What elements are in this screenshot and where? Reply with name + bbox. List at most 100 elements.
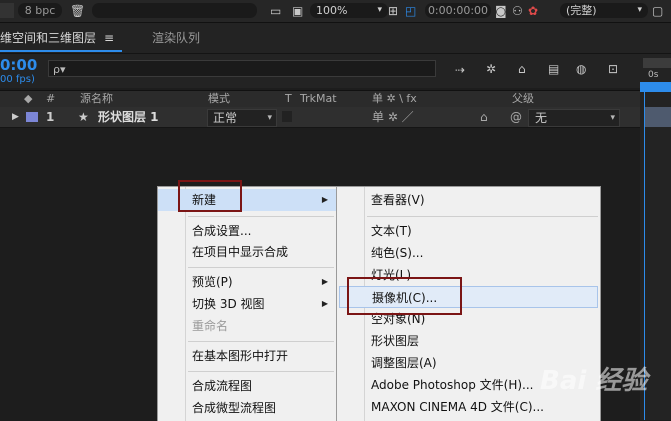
menu-item-open-in-essential-graphics[interactable]: 在基本图形中打开 — [158, 345, 336, 367]
chevron-down-icon: ▾ — [637, 5, 642, 15]
menu-item-reveal-in-project[interactable]: 在项目中显示合成 — [158, 241, 336, 263]
layer-duration-bar[interactable] — [645, 107, 671, 127]
parent-dropdown[interactable]: 无 ▾ — [528, 109, 620, 127]
context-menu: 新建 ▶ 合成设置... 在项目中显示合成 预览(P) ▶ 切换 3D 视图 ▶… — [157, 186, 337, 421]
region-icon[interactable]: ◰ — [405, 3, 416, 19]
highlight-box-camera — [347, 277, 462, 315]
mode-dropdown[interactable]: 正常 ▾ — [207, 109, 277, 127]
chevron-down-icon: ▾ — [267, 113, 272, 123]
label-tag-icon: ◆ — [24, 92, 33, 105]
menu-item-comp-mini-flowchart[interactable]: 合成微型流程图 — [158, 397, 336, 419]
chevron-right-icon: ▶ — [321, 195, 328, 204]
top-toolbar: 8 bpc 🗑 ▭ ▣ 100% ▾ ⊞ ◰ 0:00:00:00 ◙ ⚇ ✿ (… — [0, 0, 671, 23]
layer-name[interactable]: 形状图层 1 — [98, 107, 159, 127]
parent-value: 无 — [535, 111, 548, 125]
menu-divider — [188, 341, 334, 342]
column-parent[interactable]: 父级 — [512, 92, 534, 106]
color-channels-icon[interactable]: ✿ — [528, 3, 538, 19]
3d-layer-icon[interactable]: ⌂ — [480, 107, 488, 127]
current-time[interactable]: 0:00 — [0, 56, 37, 74]
column-switches[interactable]: 单 ✲ \ fx — [372, 92, 417, 106]
menu-item-comp-settings[interactable]: 合成设置... — [158, 220, 336, 242]
menu-item-label: MAXON CINEMA 4D 文件(C)... — [371, 400, 544, 414]
chevron-right-icon: ▶ — [321, 299, 328, 308]
toolbar-search-field[interactable] — [92, 3, 257, 18]
zoom-value: 100% — [316, 4, 348, 17]
work-area-bar[interactable] — [643, 58, 671, 68]
menu-item-label: 在项目中显示合成 — [192, 245, 289, 259]
menu-item-label: 形状图层 — [371, 334, 420, 348]
menu-item-solid[interactable]: 纯色(S)... — [337, 242, 600, 264]
menu-item-label: 纯色(S)... — [371, 246, 424, 260]
column-source-name[interactable]: 源名称 — [80, 92, 113, 106]
layer-index: 1 — [46, 110, 55, 124]
chevron-right-icon: ▶ — [321, 277, 328, 286]
draft-3d-icon[interactable]: ✲ — [486, 61, 496, 77]
menu-item-viewer[interactable]: 查看器(V) — [337, 189, 600, 211]
menu-item-cinema4d-file[interactable]: MAXON CINEMA 4D 文件(C)... — [337, 396, 600, 418]
resolution-value: (完整) — [566, 4, 597, 17]
chevron-down-icon: ▾ — [610, 113, 615, 123]
menu-item-label: Adobe Photoshop 文件(H)... — [371, 378, 534, 392]
ruler-label: 0s — [648, 70, 659, 80]
column-t[interactable]: T — [285, 92, 292, 106]
motion-blur-icon[interactable]: ◍ — [576, 61, 586, 77]
preserve-transparency-box[interactable] — [282, 111, 292, 122]
frame-blending-icon[interactable]: ▤ — [548, 61, 559, 77]
menu-item-label: 在基本图形中打开 — [192, 349, 289, 363]
label-color-swatch[interactable] — [26, 112, 38, 122]
show-snapshot-icon[interactable]: ⚇ — [512, 3, 523, 19]
layer-switches[interactable]: 单 ✲ ／ — [372, 107, 414, 127]
camera-snapshot-icon[interactable]: ◙ — [495, 3, 507, 19]
menu-item-label: 合成流程图 — [192, 379, 253, 393]
menu-item-label: 文本(T) — [371, 224, 412, 238]
zoom-select[interactable]: 100% ▾ — [310, 3, 388, 18]
menu-item-label: 预览(P) — [192, 275, 233, 289]
layer-search-input[interactable]: ρ▾ — [48, 60, 436, 77]
menu-divider — [188, 371, 334, 372]
menu-item-comp-flowchart[interactable]: 合成流程图 — [158, 375, 336, 397]
active-tab-indicator — [0, 50, 122, 52]
frame-rate: 00 fps) — [0, 74, 35, 85]
graph-editor-icon[interactable]: ⊡ — [608, 61, 618, 77]
menu-item-switch-3d-view[interactable]: 切换 3D 视图 ▶ — [158, 293, 336, 315]
bpc-button[interactable]: 8 bpc — [18, 3, 62, 18]
resolution-select[interactable]: (完整) ▾ — [560, 3, 648, 18]
shape-layer-star-icon: ★ — [78, 110, 89, 124]
menu-item-label: 切换 3D 视图 — [192, 297, 265, 311]
menu-divider — [188, 216, 334, 217]
menu-divider — [188, 267, 334, 268]
region-of-interest-icon[interactable]: ▢ — [652, 3, 663, 19]
grid-icon[interactable]: ⊞ — [388, 3, 398, 19]
table-row[interactable]: ▶ 1 ★ 形状图层 1 正常 ▾ 单 ✲ ／ ⌂ @ 无 ▾ — [0, 107, 640, 128]
column-trkmat[interactable]: TrkMat — [300, 92, 337, 106]
display-icon[interactable]: ▣ — [292, 3, 303, 19]
menu-item-preview[interactable]: 预览(P) ▶ — [158, 271, 336, 293]
column-mode[interactable]: 模式 — [208, 92, 230, 106]
shy-layers-icon[interactable]: ⌂ — [518, 61, 526, 77]
tab-render-queue[interactable]: 渲染队列 — [152, 30, 200, 46]
menu-divider — [367, 216, 598, 217]
monitor-icon[interactable]: ▭ — [270, 3, 281, 19]
menu-item-label: 合成微型流程图 — [192, 401, 277, 415]
panel-menu-icon[interactable]: ≡ — [104, 30, 114, 46]
menu-item-label: 调整图层(A) — [371, 356, 437, 370]
mode-value: 正常 — [213, 111, 238, 125]
trash-icon[interactable]: 🗑 — [70, 3, 85, 19]
menu-item-text[interactable]: 文本(T) — [337, 220, 600, 242]
project-settings-icon[interactable] — [0, 3, 14, 18]
menu-item-label: 合成设置... — [192, 224, 252, 238]
toolbar-timecode[interactable]: 0:00:00:00 — [425, 3, 491, 18]
watermark-logo: Bai 经验 — [540, 366, 648, 396]
column-number[interactable]: # — [46, 92, 55, 106]
tab-composition[interactable]: 维空间和三维图层 — [0, 30, 96, 46]
menu-item-label: 重命名 — [192, 319, 229, 333]
menu-item-shape-layer[interactable]: 形状图层 — [337, 330, 600, 352]
menu-item-rename: 重命名 — [158, 315, 336, 337]
pickwhip-icon[interactable]: @ — [510, 107, 522, 127]
expand-triangle-icon[interactable]: ▶ — [12, 107, 19, 127]
chevron-down-icon: ▾ — [377, 5, 382, 15]
highlight-box-new — [178, 180, 242, 212]
layer-column-header: ◆ # 源名称 模式 T TrkMat 单 ✲ \ fx 父级 — [0, 90, 640, 108]
comp-flowchart-icon[interactable]: ⇢ — [455, 62, 465, 78]
